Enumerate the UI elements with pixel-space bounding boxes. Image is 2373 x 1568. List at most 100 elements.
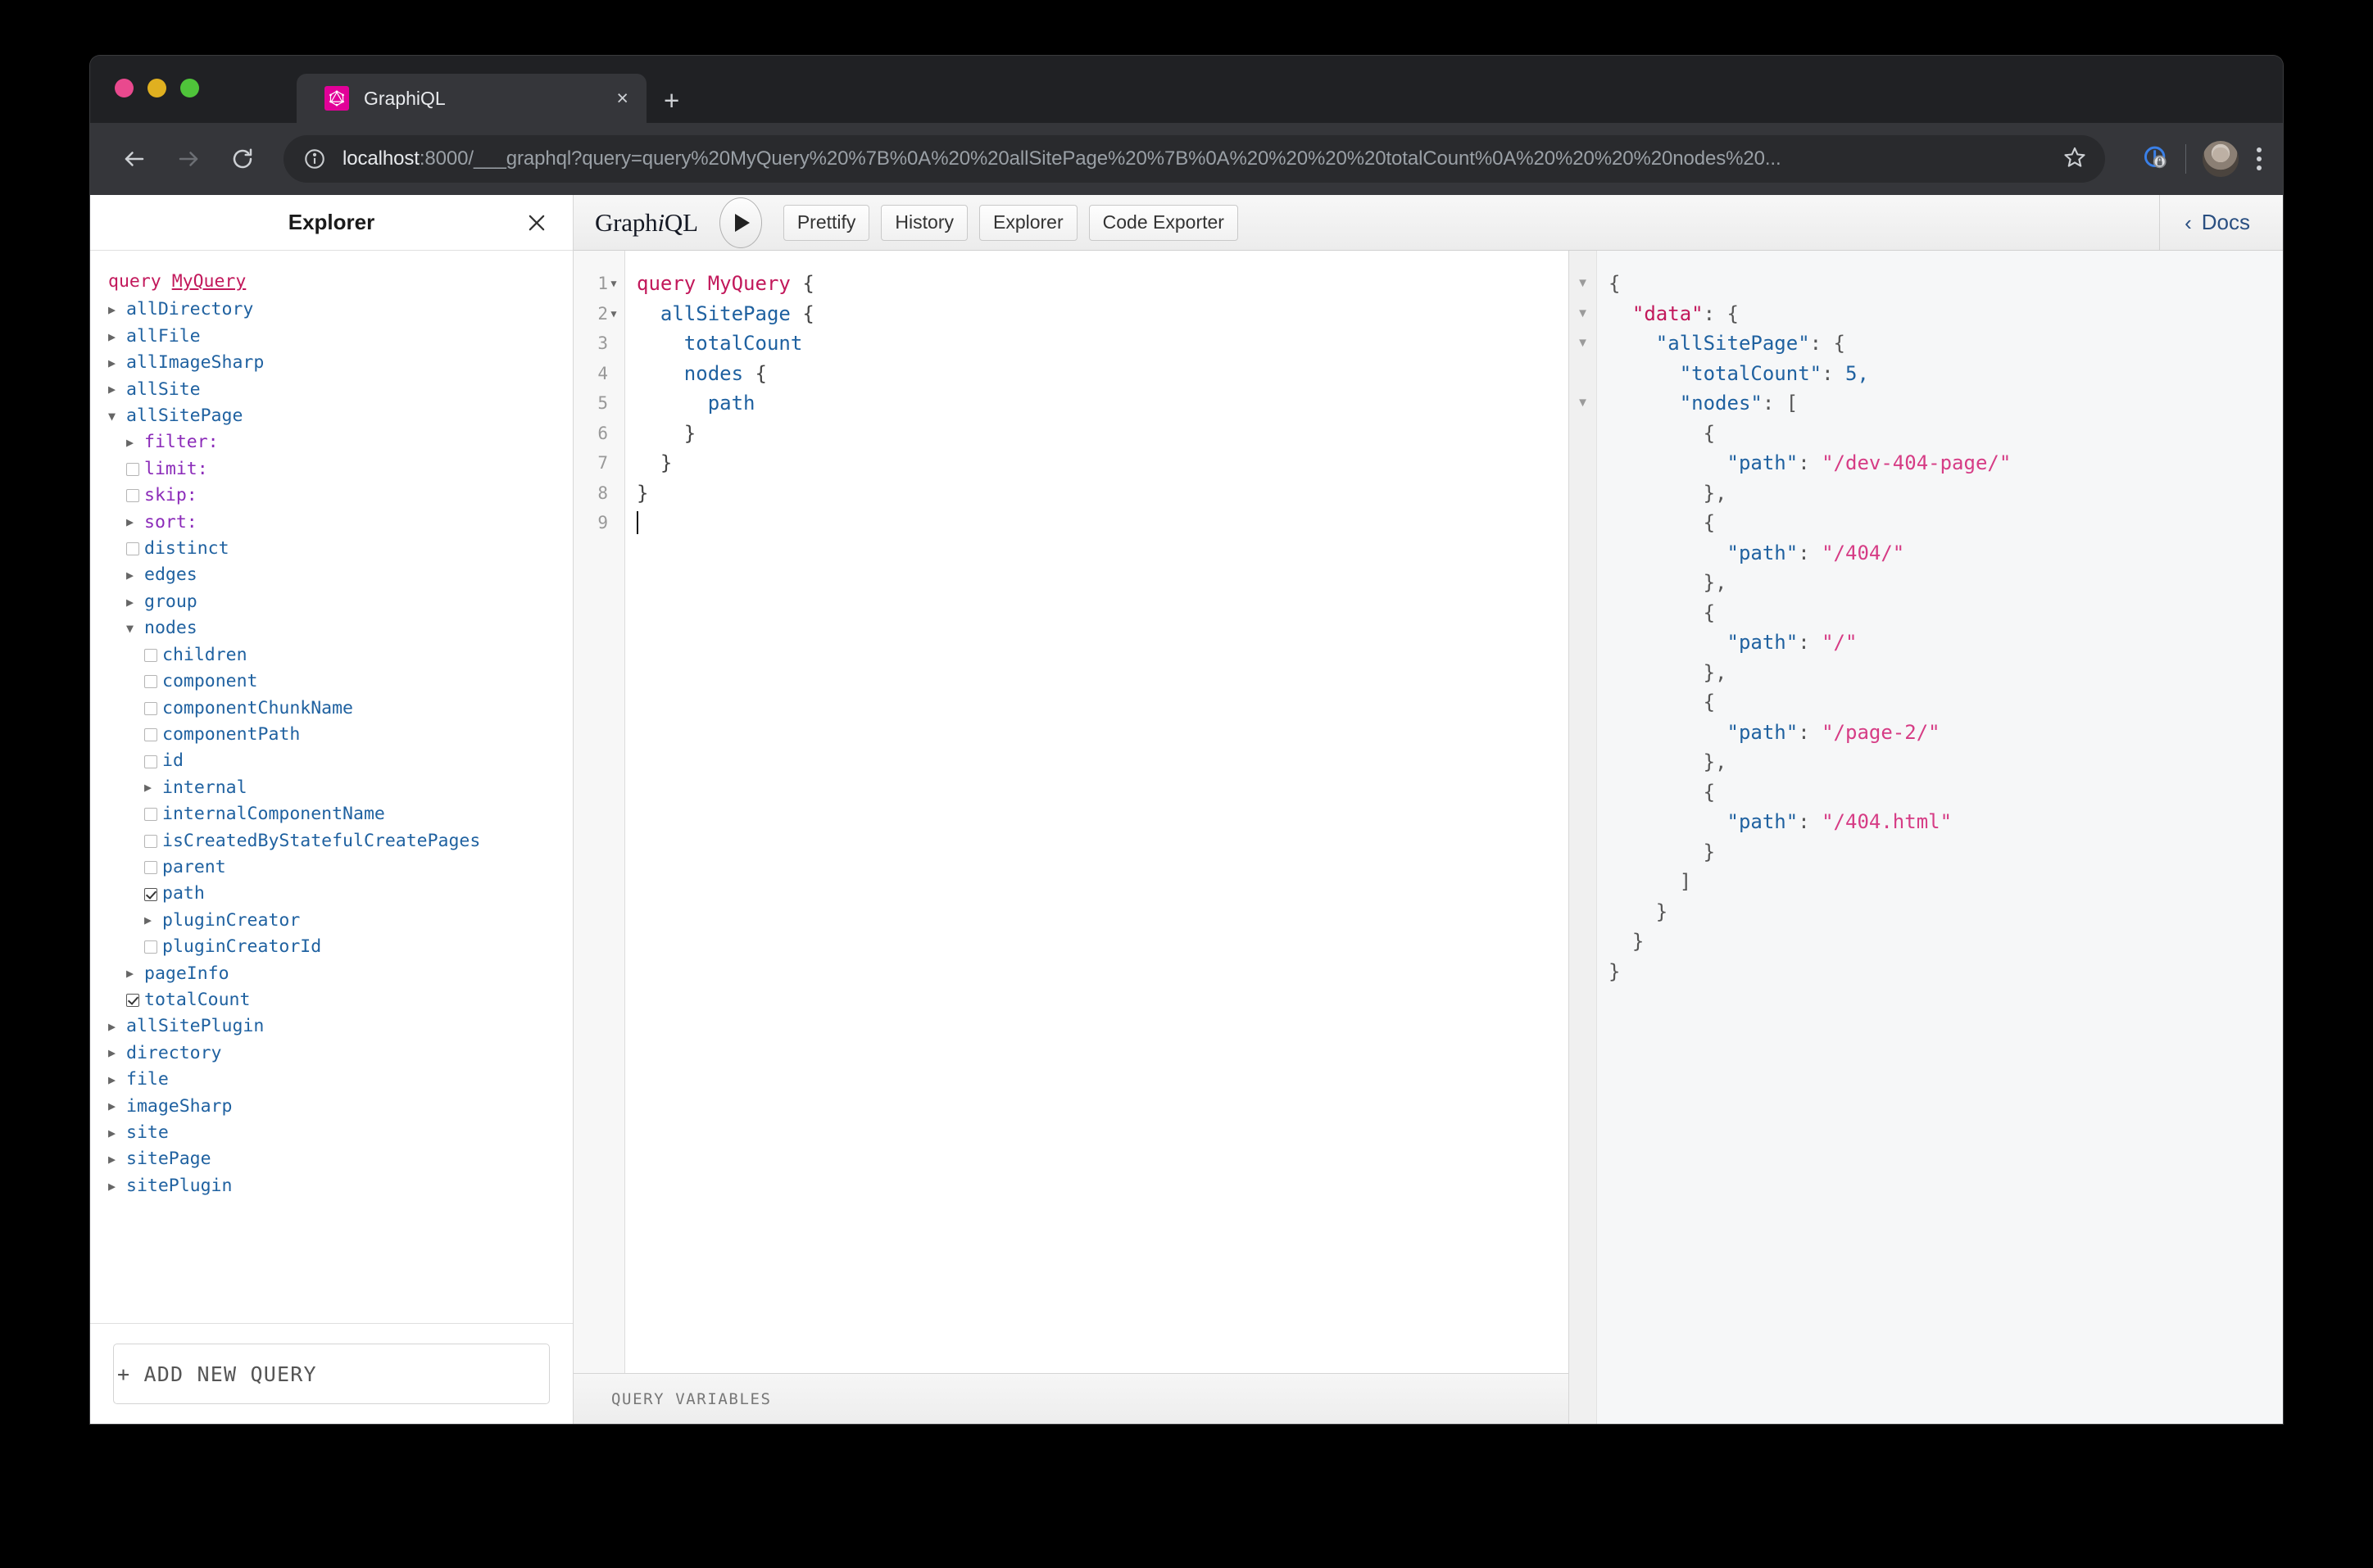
explorer-field-file[interactable]: ▶file (108, 1067, 573, 1093)
star-icon[interactable] (2062, 145, 2087, 174)
explorer-field-componentpath[interactable]: componentPath (108, 722, 573, 748)
explorer-field-imagesharp[interactable]: ▶imageSharp (108, 1094, 573, 1120)
checkbox-checked-icon[interactable] (126, 994, 139, 1007)
close-icon[interactable] (525, 211, 548, 234)
explorer-field-parent[interactable]: parent (108, 854, 573, 881)
browser-tab[interactable]: GraphiQL × (297, 74, 647, 123)
history-button[interactable]: History (881, 205, 968, 241)
add-new-query-button[interactable]: + ADD NEW QUERY (113, 1344, 550, 1404)
explorer-field-internal[interactable]: ▶internal (108, 775, 573, 801)
fold-arrow-icon[interactable]: ▼ (608, 269, 619, 299)
chevron-right-icon[interactable]: ▶ (108, 1181, 126, 1193)
code-exporter-button[interactable]: Code Exporter (1089, 205, 1238, 241)
chevron-right-icon[interactable]: ▶ (126, 968, 144, 980)
explorer-field-sort[interactable]: ▶sort: (108, 510, 573, 536)
query-code[interactable]: query MyQuery { allSitePage { totalCount… (625, 251, 1568, 1373)
explorer-field-group[interactable]: ▶group (108, 589, 573, 615)
explorer-field-allfile[interactable]: ▶allFile (108, 324, 573, 350)
explorer-field-plugincreatorid[interactable]: pluginCreatorId (108, 934, 573, 960)
checkbox-icon[interactable] (126, 542, 139, 555)
explorer-field-nodes[interactable]: ▼nodes (108, 615, 573, 641)
explorer-field-limit[interactable]: limit: (108, 456, 573, 483)
chevron-right-icon[interactable]: ▶ (108, 1153, 126, 1166)
execute-query-button[interactable] (719, 197, 762, 248)
checkbox-icon[interactable] (126, 489, 139, 502)
explorer-field-allsite[interactable]: ▶allSite (108, 377, 573, 403)
explorer-field-plugincreator[interactable]: ▶pluginCreator (108, 908, 573, 934)
window-minimize-button[interactable] (147, 79, 166, 97)
chevron-right-icon[interactable]: ▶ (108, 1047, 126, 1059)
explorer-field-children[interactable]: children (108, 642, 573, 668)
explorer-query-line[interactable]: query MyQuery (108, 269, 573, 295)
explorer-field-alldirectory[interactable]: ▶allDirectory (108, 297, 573, 323)
window-close-button[interactable] (115, 79, 134, 97)
fold-arrow-icon[interactable]: ▼ (1569, 269, 1596, 299)
explorer-field-distinct[interactable]: distinct (108, 536, 573, 562)
checkbox-icon[interactable] (126, 463, 139, 476)
explorer-button[interactable]: Explorer (979, 205, 1078, 241)
query-editor[interactable]: 1▼2▼3456789 query MyQuery { allSitePage … (574, 251, 1568, 1373)
docs-link[interactable]: ‹ Docs (2185, 210, 2250, 235)
chevron-right-icon[interactable]: ▶ (108, 383, 126, 396)
fold-arrow-icon[interactable]: ▼ (1569, 329, 1596, 359)
explorer-field-componentchunkname[interactable]: componentChunkName (108, 696, 573, 722)
query-variables-toggle[interactable]: QUERY VARIABLES (574, 1373, 1568, 1424)
explorer-field-internalcomponentname[interactable]: internalComponentName (108, 801, 573, 827)
explorer-field-site[interactable]: ▶site (108, 1120, 573, 1146)
back-arrow-icon[interactable] (113, 138, 156, 180)
chevron-right-icon[interactable]: ▶ (108, 1021, 126, 1033)
fold-arrow-icon[interactable]: ▼ (1569, 299, 1596, 329)
chevron-right-icon[interactable]: ▶ (126, 516, 144, 528)
checkbox-icon[interactable] (144, 808, 157, 821)
checkbox-checked-icon[interactable] (144, 888, 157, 901)
chevron-right-icon[interactable]: ▶ (108, 357, 126, 369)
chevron-right-icon[interactable]: ▶ (108, 331, 126, 343)
chevron-down-icon[interactable]: ▼ (108, 410, 126, 423)
explorer-field-sitepage[interactable]: ▶sitePage (108, 1146, 573, 1172)
checkbox-icon[interactable] (144, 675, 157, 688)
checkbox-icon[interactable] (144, 861, 157, 874)
chevron-down-icon[interactable]: ▼ (126, 623, 144, 635)
explorer-field-path[interactable]: path (108, 881, 573, 907)
chevron-right-icon[interactable]: ▶ (108, 1100, 126, 1113)
checkbox-icon[interactable] (144, 835, 157, 848)
checkbox-icon[interactable] (144, 755, 157, 768)
chevron-right-icon[interactable]: ▶ (108, 1074, 126, 1086)
profile-avatar[interactable] (2203, 141, 2239, 177)
explorer-field-totalcount[interactable]: totalCount (108, 987, 573, 1013)
checkbox-icon[interactable] (144, 649, 157, 662)
chevron-right-icon[interactable]: ▶ (126, 569, 144, 582)
chevron-right-icon[interactable]: ▶ (108, 1127, 126, 1140)
explorer-field-directory[interactable]: ▶directory (108, 1040, 573, 1067)
new-tab-button[interactable]: + (664, 87, 679, 114)
chevron-right-icon[interactable]: ▶ (126, 596, 144, 609)
explorer-field-allsitepage[interactable]: ▼allSitePage (108, 403, 573, 429)
explorer-field-filter[interactable]: ▶filter: (108, 429, 573, 455)
chevron-right-icon[interactable]: ▶ (144, 914, 162, 927)
prettify-button[interactable]: Prettify (783, 205, 870, 241)
extension-icon[interactable] (2143, 144, 2169, 174)
window-maximize-button[interactable] (180, 79, 199, 97)
reload-icon[interactable] (221, 138, 264, 180)
explorer-field-id[interactable]: id (108, 748, 573, 774)
fold-arrow-icon[interactable]: ▼ (1569, 388, 1596, 419)
address-bar[interactable]: localhost:8000/___graphql?query=query%20… (284, 135, 2105, 183)
explorer-field-edges[interactable]: ▶edges (108, 562, 573, 588)
chevron-right-icon[interactable]: ▶ (126, 437, 144, 449)
info-circle-icon[interactable] (303, 147, 326, 170)
explorer-field-iscreatedbystatefulcreatepages[interactable]: isCreatedByStatefulCreatePages (108, 828, 573, 854)
chevron-right-icon[interactable]: ▶ (144, 782, 162, 794)
checkbox-icon[interactable] (144, 728, 157, 741)
explorer-field-component[interactable]: component (108, 668, 573, 695)
explorer-field-allsiteplugin[interactable]: ▶allSitePlugin (108, 1013, 573, 1040)
forward-arrow-icon[interactable] (167, 138, 210, 180)
checkbox-icon[interactable] (144, 702, 157, 715)
explorer-field-siteplugin[interactable]: ▶sitePlugin (108, 1173, 573, 1199)
explorer-field-pageinfo[interactable]: ▶pageInfo (108, 961, 573, 987)
three-dots-icon[interactable] (2257, 147, 2262, 170)
explorer-field-allimagesharp[interactable]: ▶allImageSharp (108, 350, 573, 376)
explorer-field-skip[interactable]: skip: (108, 483, 573, 509)
tab-close-icon[interactable]: × (616, 88, 628, 109)
query-name[interactable]: MyQuery (172, 271, 247, 292)
fold-arrow-icon[interactable]: ▼ (608, 299, 619, 329)
